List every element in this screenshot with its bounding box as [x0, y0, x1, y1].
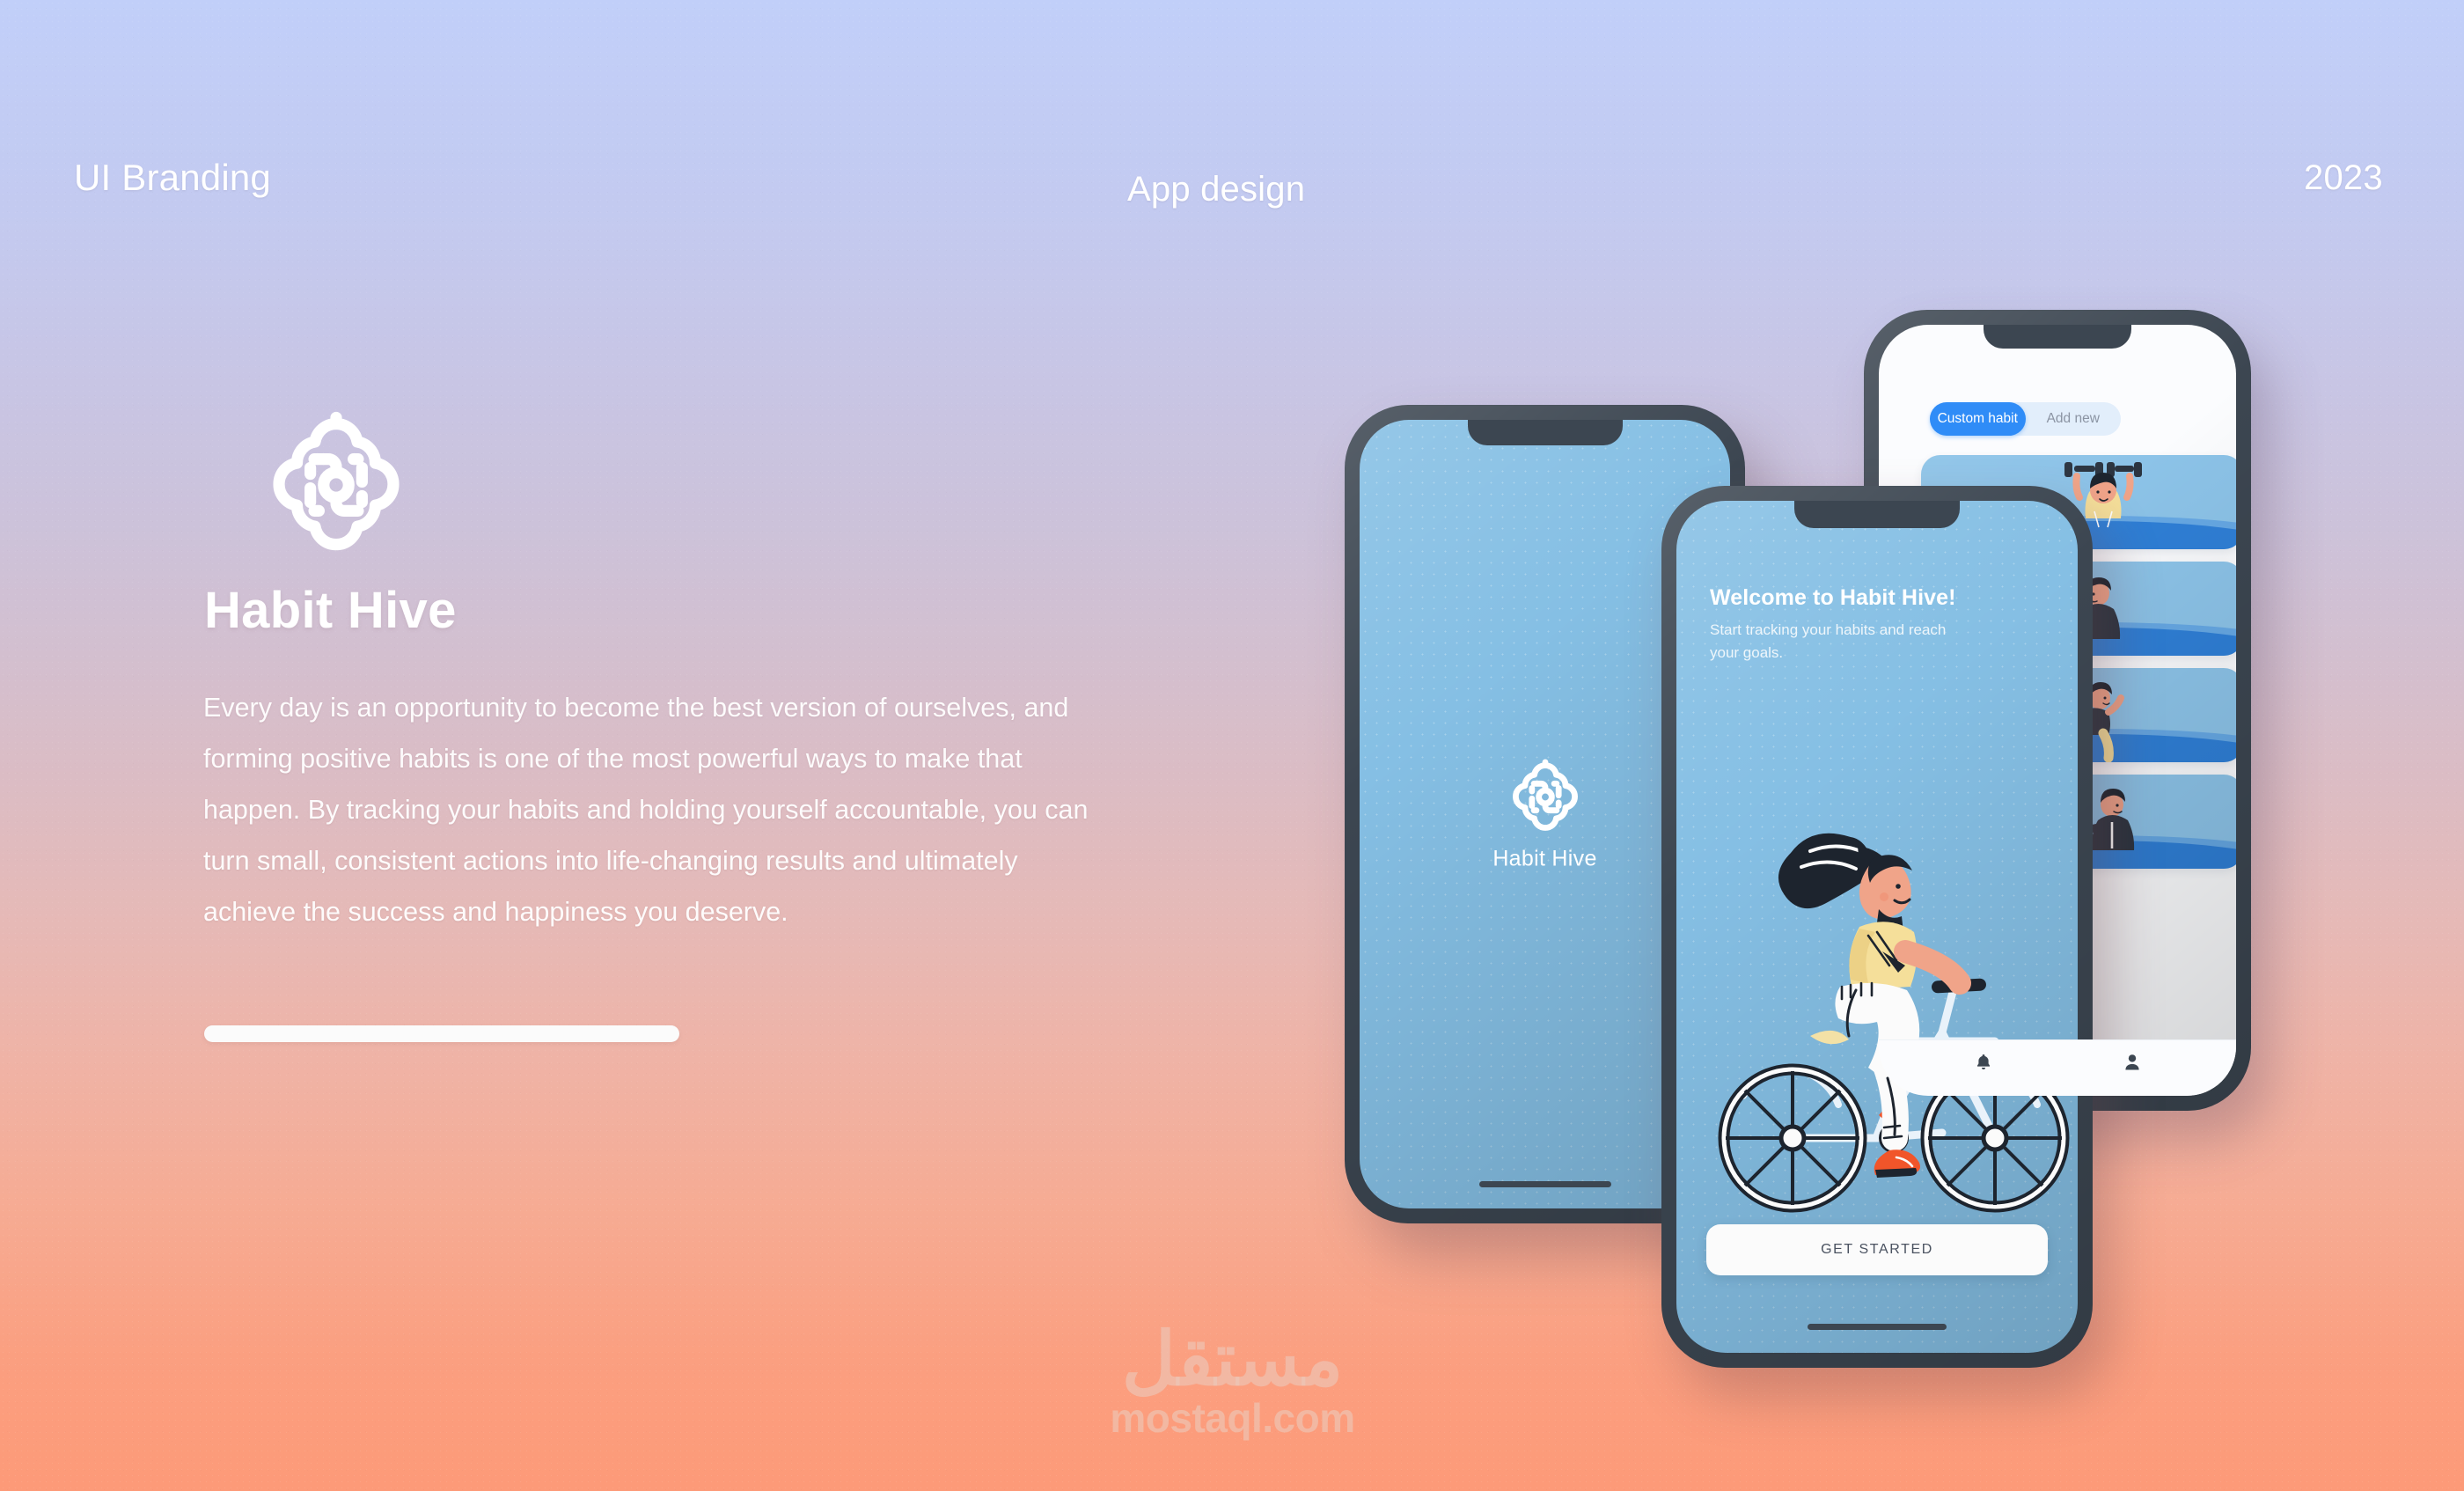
bottom-navigation-bar[interactable] [1879, 1039, 2236, 1096]
header-left-label: UI Branding [74, 157, 271, 198]
welcome-screen: Welcome to Habit Hive! Start tracking yo… [1676, 501, 2078, 1353]
segment-add-new[interactable]: Add new [2026, 402, 2122, 436]
brand-title: Habit Hive [204, 582, 457, 639]
mostaql-watermark: مستقل mostaql.com [1081, 1318, 1384, 1442]
habit-hive-flower-logo-icon [258, 407, 414, 563]
poster-canvas: UI Branding App design 2023 Habit Hive E… [0, 0, 2464, 1491]
brand-description: Every day is an opportunity to become th… [203, 693, 1089, 927]
phone-notch [1467, 420, 1623, 445]
person-icon[interactable] [2122, 1052, 2143, 1077]
watermark-arabic: مستقل [1121, 1318, 1344, 1400]
segment-custom-habit[interactable]: Custom habit [1930, 402, 2026, 436]
woman-riding-bicycle-illustration [1718, 833, 2070, 1213]
habit-hive-flower-logo-icon [1505, 757, 1586, 838]
brand-divider-bar [204, 1025, 679, 1042]
splash-content: Habit Hive [1360, 757, 1730, 872]
phone-welcome-screen: Welcome to Habit Hive! Start tracking yo… [1661, 486, 2093, 1368]
habit-mode-segmented-control[interactable]: Custom habit Add new [1930, 402, 2121, 436]
welcome-subtitle: Start tracking your habits and reach you… [1710, 621, 1947, 661]
home-indicator [1808, 1324, 1947, 1330]
header-year-label: 2023 [2304, 158, 2383, 197]
bell-icon[interactable] [1973, 1052, 1994, 1077]
watermark-latin: mostaql.com [1110, 1394, 1355, 1441]
phone-notch [1984, 325, 2131, 349]
get-started-button[interactable]: GET STARTED [1706, 1224, 2048, 1275]
header-center-label: App design [1127, 170, 1306, 209]
welcome-title: Welcome to Habit Hive! [1710, 585, 1956, 610]
home-indicator [1478, 1181, 1611, 1187]
splash-app-name: Habit Hive [1492, 846, 1597, 871]
phone-notch [1794, 501, 1960, 528]
